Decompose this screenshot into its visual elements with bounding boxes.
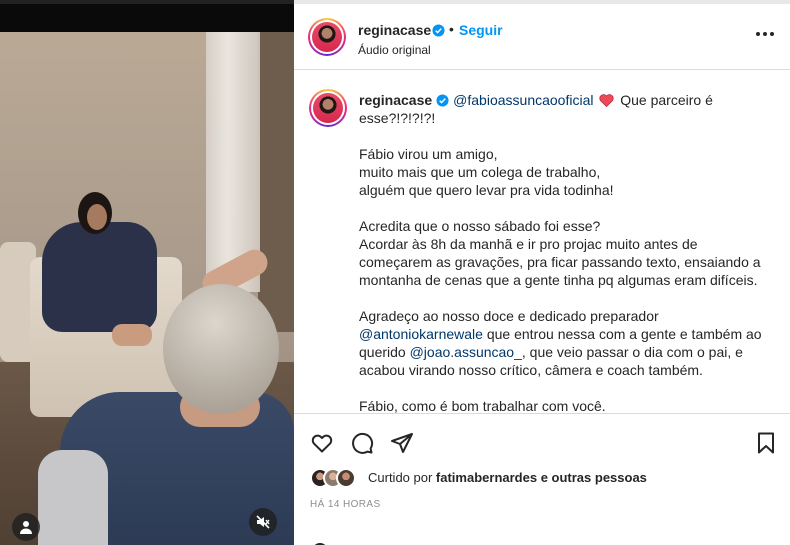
video-frame: [0, 32, 294, 545]
author-avatar[interactable]: [308, 18, 346, 56]
post-header: reginacase • Seguir Áudio original: [294, 4, 790, 70]
muted-speaker-icon[interactable]: [249, 508, 277, 536]
video-letterbox: [0, 4, 294, 32]
caption-username[interactable]: reginacase: [359, 92, 432, 108]
share-icon[interactable]: [390, 431, 416, 457]
video-woman-face: [87, 204, 107, 230]
mention-joao[interactable]: @joao.assuncao_: [410, 344, 522, 360]
caption-para1-line1: Fábio virou um amigo,: [359, 146, 498, 162]
caption-author-avatar[interactable]: [309, 89, 347, 127]
caption-para2-line1: Acredita que o nosso sábado foi esse?: [359, 218, 601, 234]
caption-paragraph-4: Fábio, como é bom trabalhar com você.: [359, 397, 764, 413]
heart-icon[interactable]: [310, 431, 336, 457]
bookmark-icon[interactable]: [754, 431, 780, 457]
video-door: [258, 32, 294, 332]
author-username[interactable]: reginacase: [358, 22, 431, 38]
video-woman-feet: [112, 324, 152, 346]
video-sofa: [38, 450, 108, 545]
follow-button[interactable]: Seguir: [459, 22, 503, 38]
liked-by-text: Curtido por fatimabernardes e outras pes…: [368, 470, 647, 485]
header-separator: •: [449, 21, 454, 37]
post-video[interactable]: [0, 4, 294, 545]
original-audio-link[interactable]: Áudio original: [358, 43, 431, 57]
comment-icon[interactable]: [350, 431, 376, 457]
post-timestamp[interactable]: HÁ 14 HORAS: [310, 499, 381, 510]
post-caption: reginacase @fabioassuncaooficial Que parc…: [359, 91, 764, 413]
caption-para1-line2: muito mais que um colega de trabalho,: [359, 164, 601, 180]
caption-para1-line3: alguém que quero levar pra vida todinha!: [359, 182, 614, 198]
liked-by-suffix[interactable]: e outras pessoas: [537, 470, 647, 485]
video-man-head: [163, 284, 279, 414]
user-tag-icon[interactable]: [12, 513, 40, 541]
caption-paragraph-2: Acredita que o nosso sábado foi esse? Ac…: [359, 217, 764, 289]
caption-para4: Fábio, como é bom trabalhar com você.: [359, 398, 606, 413]
more-options-icon[interactable]: [756, 32, 774, 36]
liked-by-prefix: Curtido por: [368, 470, 436, 485]
post-actions-section: Curtido por fatimabernardes e outras pes…: [294, 413, 790, 545]
verified-badge-icon: [436, 94, 449, 107]
video-woman: [42, 222, 157, 332]
caption-paragraph-3: Agradeço ao nosso doce e dedicado prepar…: [359, 307, 764, 379]
caption-first-line: reginacase @fabioassuncaooficial Que parc…: [359, 91, 764, 127]
caption-scroll-area[interactable]: reginacase @fabioassuncaooficial Que parc…: [294, 71, 790, 413]
verified-badge-icon: [432, 24, 445, 37]
mention-antonio[interactable]: @antoniokarnewale: [359, 326, 483, 342]
caption-para2-line2: Acordar às 8h da manhã e ir pro projac m…: [359, 236, 761, 288]
post-detail-panel: reginacase • Seguir Áudio original regin…: [294, 4, 790, 545]
mention-fabio[interactable]: @fabioassuncaooficial: [453, 92, 593, 108]
caption-paragraph-1: Fábio virou um amigo, muito mais que um …: [359, 145, 764, 199]
red-heart-emoji-icon: [599, 94, 614, 107]
liker-avatar: [336, 468, 356, 488]
caption-para3-start: Agradeço ao nosso doce e dedicado prepar…: [359, 308, 659, 324]
liked-by-user[interactable]: fatimabernardes: [436, 470, 537, 485]
liked-by-avatars[interactable]: [310, 468, 356, 488]
